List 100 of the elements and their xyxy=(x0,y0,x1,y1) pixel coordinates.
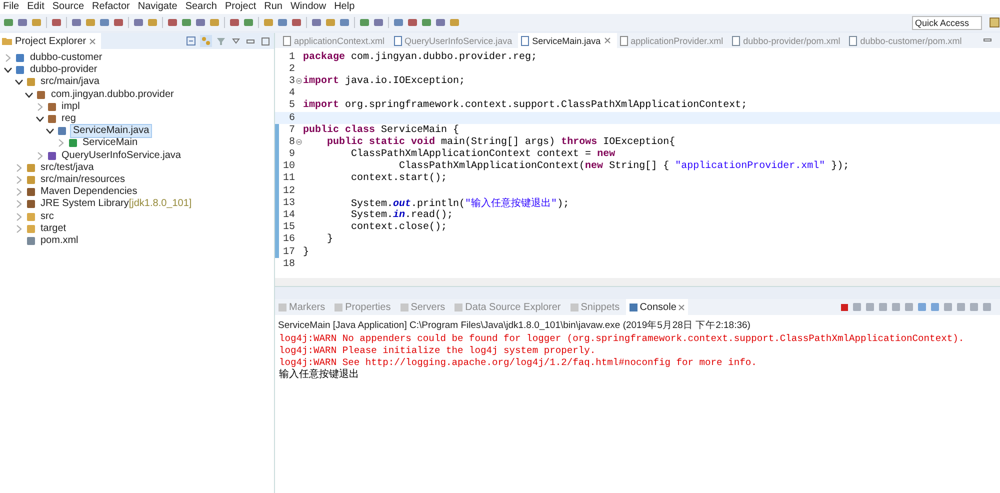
minimize-icon[interactable] xyxy=(246,36,255,46)
project-explorer-tab[interactable]: Project Explorer xyxy=(0,33,102,49)
toolbar-icon[interactable] xyxy=(181,17,192,28)
toolbar-icon[interactable] xyxy=(147,17,158,28)
toolbar-icon[interactable] xyxy=(263,17,274,28)
fold-icon[interactable] xyxy=(296,78,302,84)
view-icon xyxy=(278,302,287,312)
expand-caret-icon[interactable] xyxy=(25,90,33,99)
menu-item[interactable]: Help xyxy=(334,1,355,13)
view-icon xyxy=(400,302,409,312)
tree-item[interactable]: src xyxy=(38,210,56,223)
toolbar-icon[interactable] xyxy=(407,17,418,28)
filter-icon[interactable] xyxy=(216,36,226,46)
tree-item[interactable]: com.jingyan.dubbo.provider xyxy=(49,88,176,101)
menu-item[interactable]: Edit xyxy=(27,1,44,13)
console-line: 输入任意按键退出 xyxy=(278,369,360,381)
toolbar-icon[interactable] xyxy=(113,17,124,28)
toolbar-icon[interactable] xyxy=(85,17,96,28)
toolbar-icon[interactable] xyxy=(359,17,370,28)
tree-item[interactable]: JRE System Library[jdk1.8.0_101] xyxy=(38,198,194,210)
tree-item[interactable]: src/main/resources xyxy=(38,174,127,186)
tree-item[interactable]: src/main/java xyxy=(38,76,102,88)
toolbar-icon[interactable] xyxy=(167,17,178,28)
menu-item[interactable]: Run xyxy=(264,1,282,13)
toolbar-icon[interactable] xyxy=(195,17,206,28)
panel-title: Project Explorer xyxy=(15,36,86,46)
toolbar-icon[interactable] xyxy=(311,17,322,28)
toolbar-icon[interactable] xyxy=(99,17,110,28)
toolbar-icon[interactable] xyxy=(291,17,302,28)
menu-item[interactable]: Project xyxy=(225,1,256,13)
terminate-icon[interactable] xyxy=(840,302,849,312)
tree-item[interactable]: reg xyxy=(60,113,78,126)
menu-item[interactable]: File xyxy=(3,1,20,13)
tree-item[interactable]: impl xyxy=(60,100,82,113)
perspective-icon[interactable] xyxy=(989,17,1000,28)
code-line: System.out.println("输入任意按键退出"); xyxy=(350,196,570,210)
toolbar-icon[interactable] xyxy=(3,17,14,28)
close-icon[interactable] xyxy=(678,304,686,310)
toolbar-icon[interactable] xyxy=(421,17,432,28)
toolbar-icon[interactable] xyxy=(71,17,82,28)
toolbar-icon[interactable] xyxy=(373,17,384,28)
xml-file-icon xyxy=(283,36,291,46)
toolbar-icon[interactable] xyxy=(339,17,350,28)
menu-item[interactable]: Refactor xyxy=(92,1,130,13)
tree-item[interactable]: target xyxy=(38,222,68,235)
tree-item[interactable]: pom.xml xyxy=(38,234,80,247)
toolbar-icon[interactable] xyxy=(17,17,28,28)
code-line: } xyxy=(303,246,310,258)
collapse-all-icon[interactable] xyxy=(186,36,196,46)
menu-item[interactable]: Search xyxy=(185,1,217,13)
code-line: public static void main(String[] args) throws IOException{ xyxy=(326,136,676,148)
tree-item[interactable]: src/test/java xyxy=(38,162,96,174)
code-line: public class ServiceMain { xyxy=(303,124,460,136)
horizontal-scrollbar[interactable] xyxy=(275,278,1000,286)
code-line: } xyxy=(326,234,334,246)
tree-item[interactable]: ServiceMain xyxy=(80,137,140,150)
editor-tab[interactable]: ServiceMain.java xyxy=(518,33,617,48)
toolbar-icon[interactable] xyxy=(435,17,446,28)
line-number: 1 xyxy=(288,52,295,63)
toolbar-icon[interactable] xyxy=(325,17,336,28)
line-number: 9 xyxy=(288,149,295,160)
code-line: import org.springframework.context.support.ClassPathXmlApplicationContext; xyxy=(303,100,748,112)
tree-item[interactable]: ServiceMain.java xyxy=(70,124,152,138)
code-line: ClassPathXmlApplicationContext context = new xyxy=(350,149,616,160)
menu-item[interactable]: Navigate xyxy=(138,1,178,13)
toolbar-icon[interactable] xyxy=(31,17,42,28)
toolbar-icon[interactable] xyxy=(449,17,460,28)
tree-item[interactable]: dubbo-provider xyxy=(28,64,100,76)
tree-item[interactable]: dubbo-customer xyxy=(28,52,104,64)
maximize-icon[interactable] xyxy=(261,36,270,46)
line-number: 5 xyxy=(288,100,295,112)
console-line: log4j:WARN Please initialize the log4j system properly. xyxy=(278,345,597,357)
link-icon[interactable] xyxy=(200,35,212,47)
close-icon[interactable] xyxy=(604,37,611,44)
expand-caret-icon[interactable] xyxy=(36,115,44,124)
line-number: 10 xyxy=(282,161,295,172)
toolbar-icon[interactable] xyxy=(51,17,62,28)
file-file-icon xyxy=(849,36,858,46)
menu-item[interactable]: Source xyxy=(52,1,84,13)
tree-item[interactable]: Maven Dependencies xyxy=(38,186,140,198)
toolbar-icon[interactable] xyxy=(209,17,220,28)
quick-access-field[interactable]: Quick Access xyxy=(912,16,982,30)
line-number: 7 xyxy=(288,124,295,136)
expand-caret-icon[interactable] xyxy=(14,78,22,86)
expand-caret-icon[interactable] xyxy=(4,66,12,74)
view-tab[interactable]: Console xyxy=(626,299,688,315)
toolbar-icon[interactable] xyxy=(243,17,254,28)
toolbar-icon[interactable] xyxy=(393,17,404,28)
line-number: 3 xyxy=(288,76,295,87)
toolbar-icon[interactable] xyxy=(229,17,240,28)
expand-caret-icon[interactable] xyxy=(46,127,54,136)
close-icon[interactable] xyxy=(89,38,96,44)
line-number: 14 xyxy=(282,210,295,222)
view-menu-icon[interactable] xyxy=(232,37,240,45)
menu-item[interactable]: Window xyxy=(290,1,326,13)
fold-icon[interactable] xyxy=(296,139,302,146)
tree-item[interactable]: QueryUserInfoService.java xyxy=(60,150,183,162)
view-icon xyxy=(628,302,638,312)
toolbar-icon[interactable] xyxy=(277,17,288,28)
toolbar-icon[interactable] xyxy=(133,17,144,28)
